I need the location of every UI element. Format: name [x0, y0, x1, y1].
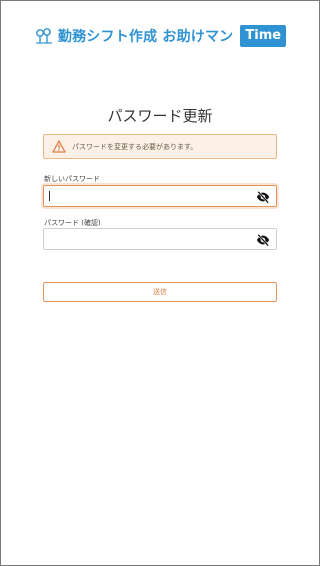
alert-message: パスワードを変更する必要があります。: [72, 142, 198, 151]
app-badge: Time: [240, 25, 287, 47]
submit-button[interactable]: 送信: [43, 282, 277, 302]
eye-slash-icon[interactable]: [256, 190, 270, 204]
brand: 勤務シフト作成 お助けマン Time: [34, 25, 287, 47]
new-password-input[interactable]: [44, 186, 256, 206]
pin-people-icon: [35, 28, 52, 44]
warning-alert: パスワードを変更する必要があります。: [43, 134, 277, 159]
app-header: 勤務シフト作成 お助けマン Time: [1, 25, 319, 47]
page-title: パスワード更新: [107, 107, 213, 125]
confirm-password-label: パスワード (確認): [44, 219, 101, 227]
eye-slash-icon[interactable]: [256, 233, 270, 247]
new-password-label: 新しいパスワード: [44, 175, 100, 183]
confirm-password-field[interactable]: [43, 228, 277, 250]
new-password-field[interactable]: [43, 185, 277, 207]
text-caret: [49, 191, 50, 201]
app-title: 勤務シフト作成 お助けマン: [57, 29, 234, 45]
warning-icon: [52, 140, 66, 153]
confirm-password-input[interactable]: [44, 229, 256, 249]
